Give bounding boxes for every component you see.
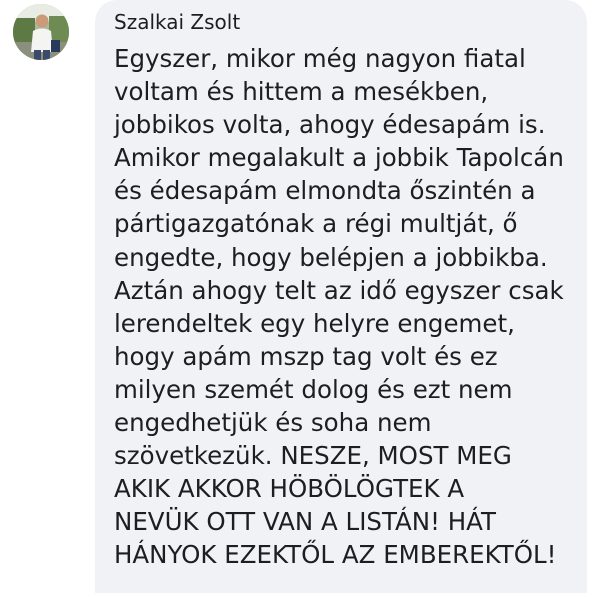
comment-bubble: Szalkai Zsolt Egyszer, mikor még nagyon … <box>95 0 587 593</box>
comment-line: milyen szemét dolog és ezt nem <box>114 374 513 404</box>
comment-line: és édesapám elmondta őszintén a <box>114 176 536 206</box>
comment-line: NEVÜK OTT VAN A LISTÁN! HÁT <box>114 507 496 537</box>
comment-author[interactable]: Szalkai Zsolt <box>114 10 240 34</box>
comment-line: voltam és hittem a mesékben, <box>114 77 489 107</box>
avatar-photo <box>13 4 69 60</box>
comment-line: engedte, hogy belépjen a jobbikba. <box>114 242 548 272</box>
comment-line: Egyszer, mikor még nagyon fiatal <box>114 44 526 73</box>
comment-line: pártigazgatónak a régi multját, ő <box>114 209 518 239</box>
comment-line: jobbikos volta, ahogy édesapám is. <box>114 110 546 140</box>
comment-line: szövetkezük. NESZE, MOST MEG <box>114 441 512 471</box>
comment-line: AKIK AKKOR HÖBÖLÖGTEK A <box>114 474 465 504</box>
comment-text: Egyszer, mikor még nagyon fiatal voltam … <box>114 42 584 572</box>
comment-line: Amikor megalakult a jobbik Tapolcán <box>114 143 564 173</box>
comment-line: HÁNYOK EZEKTŐL AZ EMBEREKTŐL! <box>114 540 557 570</box>
avatar[interactable] <box>13 4 69 60</box>
comment-line: lerendeltek egy helyre engemet, <box>114 308 515 338</box>
comment-line: engedhetjük és soha nem <box>114 408 432 438</box>
comment-line: Aztán ahogy telt az idő egyszer csak <box>114 275 564 305</box>
comment-line: hogy apám mszp tag volt és ez <box>114 341 498 371</box>
